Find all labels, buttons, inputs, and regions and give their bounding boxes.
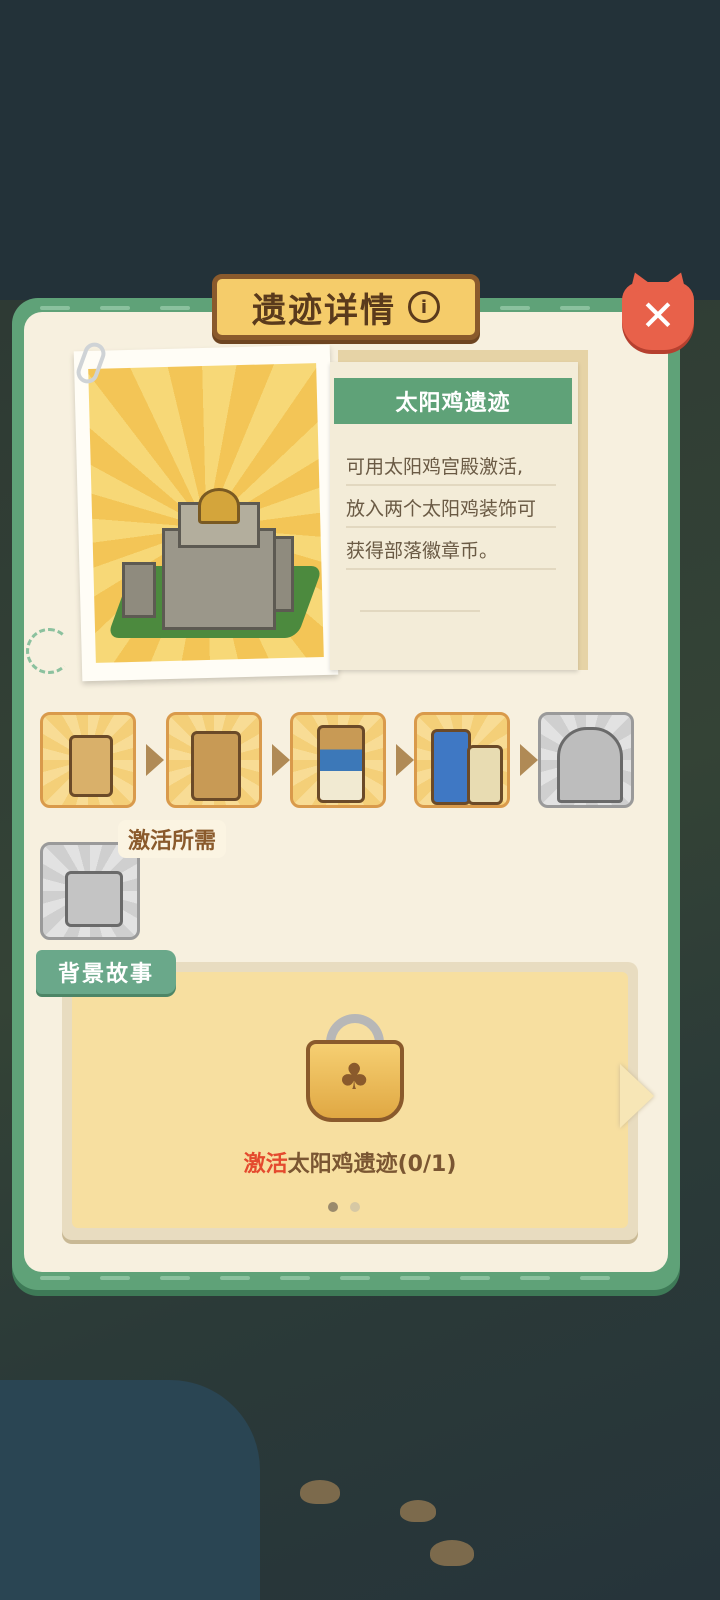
close-button[interactable]: ✕: [622, 282, 694, 350]
sun-chicken-palace-icon: [65, 871, 123, 927]
evolution-stage-3[interactable]: [290, 712, 386, 808]
next-page-arrow-icon[interactable]: [620, 1064, 654, 1128]
description-line: 获得部落徽章币。: [346, 540, 499, 562]
border-dash: [400, 1276, 430, 1280]
chicken-statue-icon: [69, 735, 113, 797]
sun-chicken-ruin-image: [106, 488, 324, 658]
border-dash: [280, 1276, 310, 1280]
info-icon[interactable]: i: [408, 291, 440, 323]
map-rock: [430, 1540, 474, 1566]
evolution-stage-2[interactable]: [166, 712, 262, 808]
page-dot[interactable]: [350, 1202, 360, 1212]
activation-requirement-label: 激活所需: [118, 820, 226, 858]
note-ruled-line: [346, 568, 556, 570]
blue-bird-statue-icon: [431, 729, 471, 805]
ruin-description: 可用太阳鸡宫殿激活, 放入两个太阳鸡装饰可 获得部落徽章币。: [346, 446, 574, 572]
border-dash: [560, 306, 590, 310]
background-sky: [0, 0, 720, 300]
story-tab: 背景故事: [36, 950, 176, 994]
evolution-stage-4[interactable]: [414, 712, 510, 808]
map-water: [0, 1380, 260, 1600]
note-ruled-line: [360, 610, 480, 612]
border-dash: [100, 1276, 130, 1280]
note-ruled-line: [346, 484, 556, 486]
border-dash: [500, 306, 530, 310]
border-dash: [520, 1276, 550, 1280]
border-dash: [580, 1276, 610, 1280]
close-icon: ✕: [640, 291, 676, 340]
totem-statue-icon: [191, 731, 241, 801]
ruin-name: 太阳鸡遗迹: [334, 378, 572, 424]
border-dash: [340, 1276, 370, 1280]
evolution-stage-5-locked[interactable]: [538, 712, 634, 808]
border-dash: [160, 1276, 190, 1280]
border-dash: [40, 306, 70, 310]
dialog-title-plate: 遗迹详情 i: [212, 274, 480, 340]
chevron-right-icon: [272, 744, 290, 776]
description-line: 可用太阳鸡宫殿激活,: [346, 456, 524, 478]
chevron-right-icon: [520, 744, 538, 776]
border-dash: [460, 1276, 490, 1280]
chevron-right-icon: [396, 744, 414, 776]
map-rock: [300, 1480, 340, 1504]
stone-arch-icon: [557, 727, 623, 803]
club-icon: ♣: [338, 1057, 371, 1098]
status-activate-word: 激活: [243, 1152, 288, 1177]
dialog-title: 遗迹详情: [252, 290, 396, 331]
border-dash: [160, 306, 190, 310]
story-unlock-status: 激活太阳鸡遗迹(0/1): [72, 1146, 628, 1178]
border-dash: [100, 306, 130, 310]
border-dash: [40, 1276, 70, 1280]
border-dash: [220, 1276, 250, 1280]
totem-statue-icon: [317, 725, 365, 803]
chevron-right-icon: [146, 744, 164, 776]
bird-statue-icon: [467, 745, 503, 805]
map-rock: [400, 1500, 436, 1522]
description-line: 放入两个太阳鸡装饰可: [346, 498, 537, 520]
status-ruin-progress: 太阳鸡遗迹(0/1): [287, 1152, 457, 1177]
evolution-stage-1[interactable]: [40, 712, 136, 808]
page-dot-active[interactable]: [328, 1202, 338, 1212]
note-ruled-line: [346, 526, 556, 528]
decorative-curl-icon: [26, 628, 72, 674]
